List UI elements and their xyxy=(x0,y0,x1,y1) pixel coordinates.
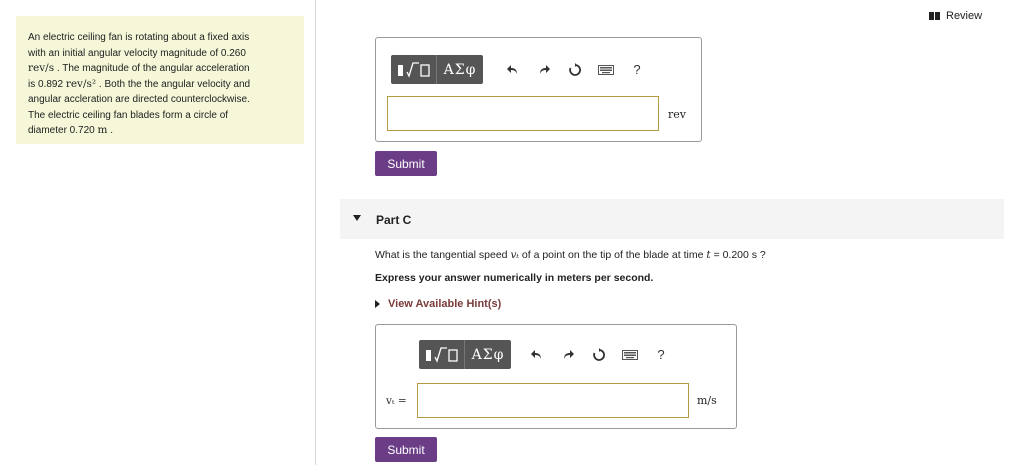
problem-line-3-text: . The magnitude of the angular accelerat… xyxy=(56,63,250,74)
problem-unit-m: m xyxy=(97,124,108,136)
question-var-vt: vₜ xyxy=(510,249,519,261)
part-c-submit-button[interactable]: Submit xyxy=(375,437,437,462)
part-b-answer-panel: ΑΣφ ? rev xyxy=(375,37,702,142)
part-b-unit: rev xyxy=(668,108,686,121)
question-prefix: What is the tangential speed xyxy=(375,249,508,261)
problem-line-3: rev/s . The magnitude of the angular acc… xyxy=(28,61,294,77)
part-c-instruction: Express your answer numerically in meter… xyxy=(375,272,654,284)
part-c-question: What is the tangential speed vₜ of a poi… xyxy=(375,249,766,261)
part-c-answer-input[interactable] xyxy=(417,383,689,418)
part-c-title: Part C xyxy=(376,213,412,227)
part-c-toolbar: ΑΣφ ? xyxy=(419,340,669,369)
reset-icon[interactable] xyxy=(567,62,583,78)
problem-line-7-prefix: diameter 0.720 xyxy=(28,125,95,136)
problem-unit-revs2: rev/s² xyxy=(65,77,97,90)
problem-line-4-prefix: is 0.892 xyxy=(28,78,64,90)
part-c-unit: m/s xyxy=(697,394,717,407)
problem-line-4: is 0.892 rev/s² . Both the the angular v… xyxy=(28,77,294,93)
problem-line-7-suffix: . xyxy=(110,125,114,136)
problem-statement: An electric ceiling fan is rotating abou… xyxy=(16,16,304,144)
part-b-submit-button[interactable]: Submit xyxy=(375,151,437,176)
question-suffix: = 0.200 s ? xyxy=(713,249,766,261)
question-mid: of a point on the tip of the blade at ti… xyxy=(521,249,704,261)
undo-icon[interactable] xyxy=(505,62,521,78)
templates-button[interactable] xyxy=(419,340,465,369)
keyboard-icon[interactable] xyxy=(598,62,614,78)
problem-line-2: with an initial angular velocity magnitu… xyxy=(28,47,246,59)
part-c-header[interactable]: Part C xyxy=(340,199,1004,239)
part-c-variable-label: vₜ = xyxy=(386,395,407,407)
collapse-caret-icon xyxy=(353,215,361,221)
redo-icon[interactable] xyxy=(536,62,552,78)
part-b-toolbar: ΑΣφ ? xyxy=(391,55,645,84)
greek-symbols-button[interactable]: ΑΣφ xyxy=(465,340,511,369)
templates-button[interactable] xyxy=(391,55,437,84)
templates-icon xyxy=(425,346,458,363)
problem-unit-revs: rev/s xyxy=(28,62,55,74)
problem-line-6: The electric ceiling fan blades form a c… xyxy=(28,109,229,121)
greek-symbols-button[interactable]: ΑΣφ xyxy=(437,55,483,84)
problem-line-7: diameter 0.720 m . xyxy=(28,123,294,139)
column-divider xyxy=(315,0,316,465)
problem-line-5: angular accleration are directed counter… xyxy=(28,94,250,105)
help-icon[interactable]: ? xyxy=(653,347,669,363)
problem-line-4-text: . Both the the angular velocity and xyxy=(98,78,251,90)
problem-line-1: An electric ceiling fan is rotating abou… xyxy=(28,32,250,43)
expand-triangle-icon xyxy=(375,300,380,308)
undo-icon[interactable] xyxy=(529,347,545,363)
hints-toggle[interactable]: View Available Hint(s) xyxy=(375,298,501,310)
part-c-answer-panel: ΑΣφ ? vₜ = m/s xyxy=(375,324,737,429)
templates-icon xyxy=(397,61,430,78)
help-icon[interactable]: ? xyxy=(629,62,645,78)
book-icon xyxy=(929,12,940,20)
reset-icon[interactable] xyxy=(591,347,607,363)
redo-icon[interactable] xyxy=(560,347,576,363)
question-var-t: t xyxy=(706,249,711,261)
review-label: Review xyxy=(946,10,983,22)
keyboard-icon[interactable] xyxy=(622,347,638,363)
part-b-answer-input[interactable] xyxy=(387,96,659,131)
hints-label: View Available Hint(s) xyxy=(388,298,502,310)
review-link[interactable]: Review xyxy=(929,10,982,22)
